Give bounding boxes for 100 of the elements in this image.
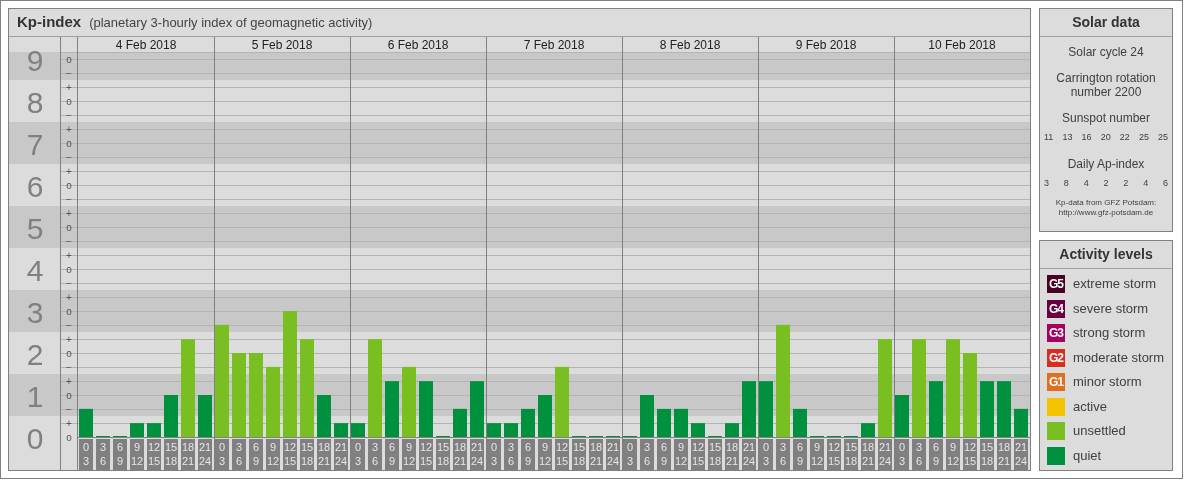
tick-label: + bbox=[66, 123, 72, 135]
bar bbox=[691, 423, 705, 437]
time-label: 12 15 bbox=[419, 439, 433, 470]
axis-label: 0 bbox=[26, 422, 44, 455]
bar bbox=[742, 381, 756, 437]
solar-cycle-text: Solar cycle 24 bbox=[1068, 44, 1144, 61]
time-label: 0 3 bbox=[759, 439, 773, 470]
date-label: 9 Feb 2018 bbox=[795, 38, 857, 52]
time-label: 3 6 bbox=[232, 439, 246, 470]
ap-index-value: 8 bbox=[1063, 176, 1069, 190]
time-label: 12 15 bbox=[283, 439, 297, 470]
axis-label: 5 bbox=[26, 212, 44, 245]
bar bbox=[266, 366, 280, 437]
ap-index-value: 6 bbox=[1162, 176, 1168, 190]
bar bbox=[1014, 408, 1028, 437]
axis-label: 1 bbox=[26, 380, 44, 413]
time-label: 9 12 bbox=[674, 439, 688, 470]
time-label: 15 18 bbox=[844, 439, 858, 470]
tick-label: + bbox=[66, 375, 72, 387]
time-label: 6 9 bbox=[521, 439, 535, 470]
time-label: 21 24 bbox=[198, 439, 212, 470]
date-label: 10 Feb 2018 bbox=[928, 38, 996, 52]
level-swatch: G3 bbox=[1047, 324, 1065, 342]
tick-label: o bbox=[66, 137, 72, 149]
date-label: 6 Feb 2018 bbox=[387, 38, 449, 52]
time-label: 3 6 bbox=[912, 439, 926, 470]
bar bbox=[538, 395, 552, 437]
time-label: 9 12 bbox=[538, 439, 552, 470]
time-label: 0 3 bbox=[895, 439, 909, 470]
tick-label: o bbox=[66, 179, 72, 191]
time-label: 0 3 bbox=[351, 439, 365, 470]
time-label: 3 6 bbox=[504, 439, 518, 470]
sunspot-value: 25 bbox=[1138, 131, 1149, 144]
time-label: 21 24 bbox=[878, 439, 892, 470]
time-label: 21 24 bbox=[334, 439, 348, 470]
date-label: 7 Feb 2018 bbox=[523, 38, 585, 52]
time-label: 9 12 bbox=[130, 439, 144, 470]
time-label: 21 24 bbox=[470, 439, 484, 470]
time-label: 0 3 bbox=[623, 439, 637, 470]
time-label: 0 3 bbox=[215, 439, 229, 470]
bar bbox=[334, 423, 348, 437]
level-swatch: G4 bbox=[1047, 299, 1065, 318]
axis-label: 3 bbox=[26, 296, 44, 329]
time-label: 6 9 bbox=[929, 439, 943, 470]
tick-label: − bbox=[66, 403, 72, 415]
time-label: 0 3 bbox=[79, 439, 93, 470]
bar bbox=[164, 395, 178, 437]
time-label: 6 9 bbox=[657, 439, 671, 470]
tick-label: + bbox=[66, 333, 72, 345]
time-label: 6 9 bbox=[385, 439, 399, 470]
level-label: severe storm bbox=[1073, 299, 1149, 318]
source-link[interactable]: http://www.gfz-potsdam.de bbox=[1058, 208, 1154, 218]
sunspot-label: Sunspot number bbox=[1061, 110, 1151, 127]
time-label: 0 3 bbox=[487, 439, 501, 470]
bar bbox=[79, 408, 93, 437]
tick-label: + bbox=[66, 249, 72, 261]
time-label: 12 15 bbox=[963, 439, 977, 470]
time-label: 18 21 bbox=[453, 439, 467, 470]
bar bbox=[317, 395, 331, 437]
tick-label: − bbox=[66, 193, 72, 205]
tick-label: − bbox=[66, 235, 72, 247]
bar bbox=[793, 408, 807, 437]
ap-index-value: 3 bbox=[1044, 176, 1049, 190]
ap-index-value: 4 bbox=[1143, 176, 1149, 190]
sunspot-value: 20 bbox=[1100, 131, 1111, 144]
level-label: unsettled bbox=[1073, 422, 1126, 441]
time-label: 18 21 bbox=[317, 439, 331, 470]
tick-label: + bbox=[66, 207, 72, 219]
bar bbox=[419, 381, 433, 437]
tick-label: o bbox=[66, 221, 72, 233]
axis-label: 4 bbox=[26, 254, 44, 287]
ap-index-value: 2 bbox=[1123, 176, 1129, 190]
bar bbox=[147, 423, 161, 437]
level-swatch: G1 bbox=[1047, 373, 1065, 391]
sunspot-value: 22 bbox=[1119, 131, 1130, 144]
ap-index-value: 2 bbox=[1103, 176, 1109, 190]
level-label: moderate storm bbox=[1073, 348, 1165, 367]
level-label: extreme storm bbox=[1073, 275, 1157, 294]
axis-label: 8 bbox=[26, 86, 44, 119]
tick-label: o bbox=[66, 431, 72, 443]
tick-label: + bbox=[66, 417, 72, 429]
time-label: 15 18 bbox=[980, 439, 994, 470]
level-label: quiet bbox=[1073, 446, 1102, 465]
bar bbox=[385, 381, 399, 437]
tick-label: o bbox=[66, 95, 72, 107]
bar bbox=[980, 381, 994, 437]
sunspot-value: 25 bbox=[1158, 131, 1168, 144]
time-label: 15 18 bbox=[300, 439, 314, 470]
time-label: 9 12 bbox=[946, 439, 960, 470]
bar bbox=[351, 423, 365, 437]
time-label: 6 9 bbox=[249, 439, 263, 470]
tick-label: + bbox=[66, 81, 72, 93]
time-label: 3 6 bbox=[368, 439, 382, 470]
level-swatch: G2 bbox=[1047, 348, 1065, 367]
tick-label: o bbox=[66, 347, 72, 359]
level-swatch: G5 bbox=[1047, 275, 1065, 293]
level-label: minor storm bbox=[1073, 373, 1142, 392]
date-label: 8 Feb 2018 bbox=[659, 38, 721, 52]
bar bbox=[130, 423, 144, 437]
date-label: 5 Feb 2018 bbox=[251, 38, 313, 52]
